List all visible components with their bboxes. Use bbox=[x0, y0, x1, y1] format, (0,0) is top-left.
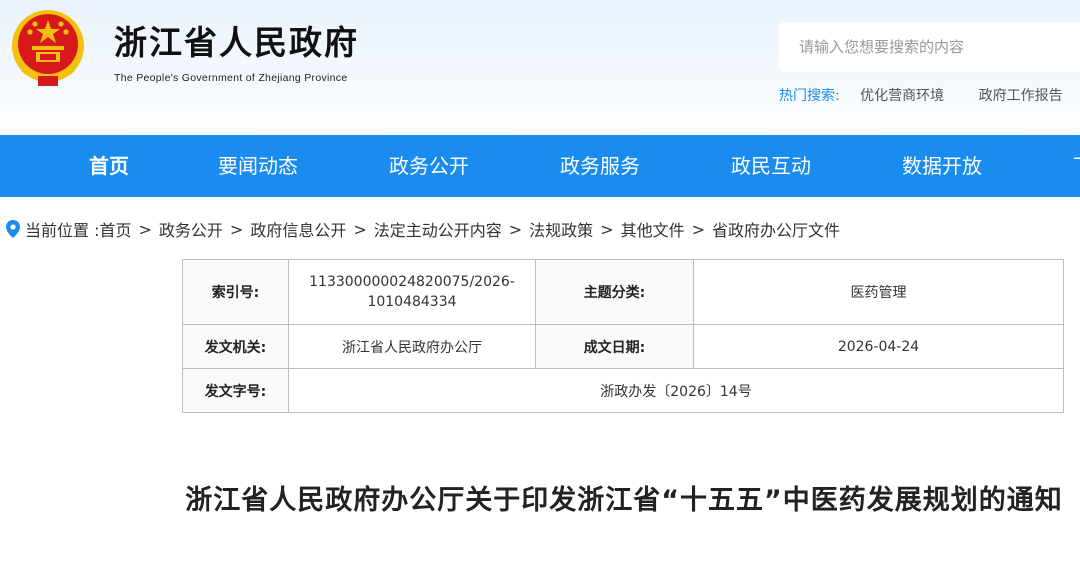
search-input[interactable] bbox=[779, 22, 1080, 72]
topic-value: 医药管理 bbox=[693, 259, 1064, 325]
table-row: 发文机关: 浙江省人民政府办公厅 成文日期: 2026-04-24 bbox=[182, 324, 1064, 369]
site-subtitle: The People's Government of Zhejiang Prov… bbox=[114, 72, 348, 84]
main-nav: 首页 要闻动态 政务公开 政务服务 政民互动 数据开放 下 bbox=[0, 135, 1080, 197]
issuer-value: 浙江省人民政府办公厅 bbox=[288, 324, 536, 369]
breadcrumb-separator: > bbox=[600, 219, 614, 239]
breadcrumb: 当前位置 : 首页 > 政务公开 > 政府信息公开 > 法定主动公开内容 > 法… bbox=[6, 217, 840, 241]
date-value: 2026-04-24 bbox=[693, 324, 1064, 369]
breadcrumb-item[interactable]: 省政府办公厅文件 bbox=[712, 217, 840, 241]
breadcrumb-separator: > bbox=[508, 219, 523, 239]
nav-item-services[interactable]: 政务服务 bbox=[560, 135, 640, 197]
index-label: 索引号: bbox=[182, 259, 289, 325]
breadcrumb-item[interactable]: 其他文件 bbox=[621, 217, 685, 241]
location-pin-icon bbox=[6, 220, 20, 238]
breadcrumb-prefix: 当前位置 : bbox=[25, 221, 100, 240]
breadcrumb-item[interactable]: 政府信息公开 bbox=[250, 217, 346, 241]
hot-search-item[interactable]: 优化营商环境 bbox=[860, 88, 944, 104]
nav-item-more[interactable]: 下 bbox=[1073, 135, 1080, 197]
breadcrumb-item[interactable]: 首页 bbox=[99, 217, 131, 241]
nav-item-home[interactable]: 首页 bbox=[89, 135, 129, 197]
table-row: 发文字号: 浙政办发〔2026〕14号 bbox=[182, 368, 1064, 413]
index-value: 113300000024820075/2026-1010484334 bbox=[288, 259, 536, 325]
national-emblem-icon[interactable] bbox=[8, 6, 88, 90]
table-row: 索引号: 113300000024820075/2026-1010484334 … bbox=[182, 259, 1064, 325]
hot-search-item[interactable]: 政府工作报告 bbox=[979, 88, 1063, 104]
site-header: 浙江省人民政府 The People's Government of Zheji… bbox=[0, 0, 1080, 135]
docno-value: 浙政办发〔2026〕14号 bbox=[288, 368, 1064, 413]
nav-item-news[interactable]: 要闻动态 bbox=[218, 135, 298, 197]
search-box bbox=[779, 22, 1080, 72]
document-info-table: 索引号: 113300000024820075/2026-1010484334 … bbox=[182, 259, 1064, 413]
site-title[interactable]: 浙江省人民政府 bbox=[114, 16, 359, 64]
breadcrumb-separator: > bbox=[691, 219, 706, 239]
hot-search: 热门搜索: 优化营商环境 政府工作报告 bbox=[779, 85, 1063, 105]
breadcrumb-separator: > bbox=[229, 219, 244, 239]
breadcrumb-item[interactable]: 政务公开 bbox=[159, 217, 223, 241]
breadcrumb-separator: > bbox=[138, 219, 152, 239]
issuer-label: 发文机关: bbox=[182, 324, 289, 369]
nav-item-gov-affairs[interactable]: 政务公开 bbox=[389, 135, 469, 197]
nav-item-open-data[interactable]: 数据开放 bbox=[902, 135, 982, 197]
date-label: 成文日期: bbox=[535, 324, 694, 369]
topic-label: 主题分类: bbox=[535, 259, 694, 325]
breadcrumb-separator: > bbox=[353, 219, 367, 239]
docno-label: 发文字号: bbox=[182, 368, 289, 413]
breadcrumb-item[interactable]: 法规政策 bbox=[529, 217, 593, 241]
nav-item-interaction[interactable]: 政民互动 bbox=[731, 135, 811, 197]
breadcrumb-item[interactable]: 法定主动公开内容 bbox=[374, 217, 502, 241]
hot-search-label: 热门搜索: bbox=[779, 88, 840, 104]
page-title: 浙江省人民政府办公厅关于印发浙江省“十五五”中医药发展规划的通知 bbox=[185, 485, 1063, 516]
